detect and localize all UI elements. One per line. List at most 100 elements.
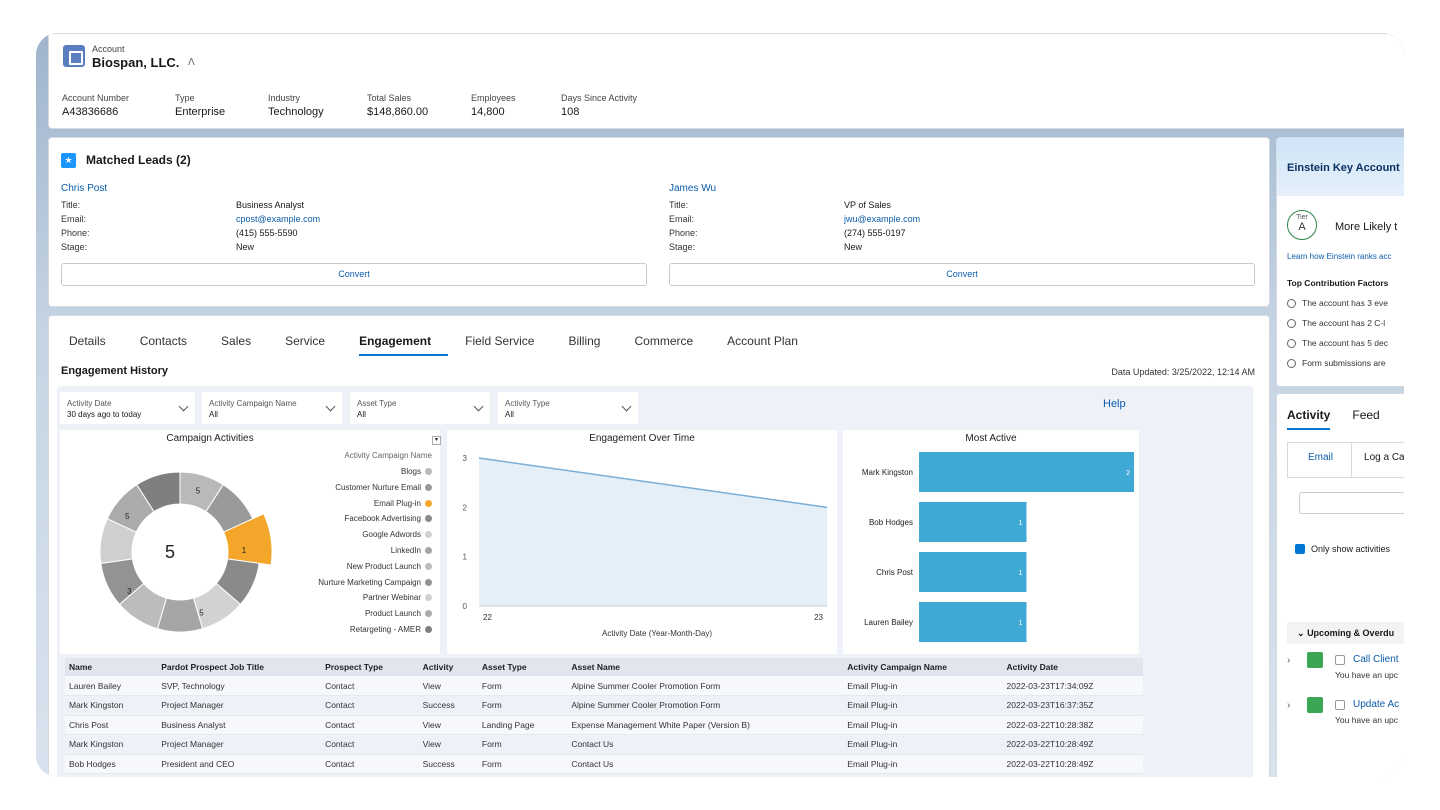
legend-item[interactable]: New Product Launch [347, 562, 432, 571]
engagement-over-time-panel: Engagement Over Time 3 2 1 0 22 23 Activity Da… [447, 430, 837, 654]
lead-stage: New [844, 242, 863, 252]
table-row[interactable]: Lauren Bailey SVP, Technology Contact View F… [65, 676, 1143, 696]
filter-icon [1295, 544, 1305, 554]
lead-name-link[interactable]: James Wu [669, 183, 1254, 194]
filter-activity-type[interactable]: Activity Type All [498, 392, 638, 424]
factor-item: The account has 5 dec [1287, 338, 1388, 348]
legend-item[interactable]: Facebook Advertising [344, 514, 432, 524]
chart-menu-icon[interactable]: ▾ [432, 436, 441, 445]
filter-activity-campaign-name[interactable]: Activity Campaign Name All [202, 392, 342, 424]
help-link[interactable]: Help [1103, 398, 1126, 410]
table-row[interactable]: Mark Kingston Project Manager Contact Succe… [65, 695, 1143, 716]
filter-value: All [357, 410, 366, 419]
task-checkbox[interactable] [1335, 700, 1345, 710]
chevron-down-icon [621, 401, 632, 412]
table-cell: Contact [321, 715, 419, 735]
legend-item[interactable]: Blogs [401, 467, 432, 476]
legend-item[interactable]: Customer Nurture Email [335, 483, 432, 492]
legend-label: Facebook Advertising [344, 514, 422, 524]
legend-label: Product Launch [364, 609, 421, 619]
tab-log-a-call[interactable]: Log a Ca [1352, 443, 1404, 477]
chevron-right-icon[interactable]: › [1287, 655, 1290, 666]
task-title-link[interactable]: Call Client [1353, 654, 1399, 665]
tab-email[interactable]: Email [1288, 443, 1353, 477]
chevron-right-icon[interactable]: › [1287, 700, 1290, 711]
tab-account-plan[interactable]: Account Plan [727, 334, 815, 356]
chevron-down-icon [325, 401, 336, 412]
tab-field-service[interactable]: Field Service [465, 334, 551, 356]
column-header[interactable]: Prospect Type [321, 658, 419, 676]
tab-activity[interactable]: Activity [1287, 408, 1331, 430]
column-header[interactable]: Name [65, 658, 158, 676]
legend-item[interactable]: Product Launch [365, 609, 432, 618]
tab-engagement[interactable]: Engagement [359, 334, 449, 356]
legend-dot [425, 515, 432, 523]
bar [919, 552, 1027, 592]
tab-feed[interactable]: Feed [1352, 408, 1379, 430]
factor-text: Form submissions are [1302, 358, 1386, 368]
factor-icon [1287, 339, 1296, 348]
task-title-link[interactable]: Update Ac [1353, 699, 1399, 710]
lead-email-link[interactable]: jwu@example.com [844, 214, 920, 224]
convert-button[interactable]: Convert [61, 263, 647, 286]
y-tick-label: 0 [463, 602, 468, 611]
tab-commerce[interactable]: Commerce [634, 334, 710, 356]
lead-name-link[interactable]: Chris Post [61, 183, 646, 194]
tab-sales[interactable]: Sales [221, 334, 268, 356]
task-checkbox[interactable] [1335, 655, 1345, 665]
bar [919, 502, 1027, 542]
field-value: 14,800 [471, 106, 505, 118]
legend-item[interactable]: Partner Webinar [363, 593, 432, 602]
only-show-text: Only show activities [1311, 544, 1391, 554]
filter-label: Activity Date [67, 399, 112, 408]
tier-label: Tier [1296, 214, 1308, 221]
column-header[interactable]: Activity Campaign Name [843, 658, 1003, 676]
field-label: Employees [471, 93, 516, 103]
column-header[interactable]: Asset Name [567, 658, 844, 676]
lead-phone: (274) 555-0197 [844, 228, 906, 238]
likelihood-text: More Likely t [1335, 221, 1398, 233]
slice-label: 3 [127, 587, 132, 596]
matched-leads-card: ★ Matched Leads (2) Chris Post Title: Bus… [48, 137, 1270, 307]
column-header[interactable]: Asset Type [477, 658, 568, 676]
lead-email-link[interactable]: cpost@example.com [236, 214, 320, 224]
legend-item[interactable]: LinkedIn [391, 546, 432, 555]
tab-contacts[interactable]: Contacts [140, 334, 204, 356]
tab-bar: Details Contacts Sales Service Engagemen… [69, 334, 832, 356]
lead-title-label: Title: [61, 200, 81, 210]
table-cell: Contact [321, 734, 419, 755]
table-cell: Expense Management White Paper (Version … [567, 715, 844, 735]
chevron-down-icon [178, 401, 189, 412]
column-header[interactable]: Pardot Prospect Job Title [157, 658, 322, 676]
data-updated-text: Data Updated: 3/25/2022, 12:14 AM [1111, 367, 1255, 377]
tab-billing[interactable]: Billing [568, 334, 617, 356]
campaign-activities-panel: Campaign Activities ▾ 5 1 5 3 5 5 Activity Ca… [60, 430, 441, 654]
bar-value-label: 1 [1019, 620, 1023, 627]
table-row[interactable]: Mark Kingston Project Manager Contact View F… [65, 734, 1143, 755]
hierarchy-icon[interactable]: Λ [188, 57, 195, 68]
column-header[interactable]: Activity Date [1002, 658, 1143, 676]
column-header[interactable]: Activity [418, 658, 478, 676]
legend-item[interactable]: Google Adwords [362, 530, 432, 539]
only-show-filter[interactable]: Only show activities [1295, 544, 1390, 554]
convert-button[interactable]: Convert [669, 263, 1255, 286]
field-industry: Industry Technology [268, 93, 324, 118]
legend-item[interactable]: Retargeting - AMER [350, 625, 432, 634]
filter-label: Activity Type [505, 399, 550, 408]
table-row[interactable]: Chris Post Business Analyst Contact View Lan… [65, 715, 1143, 735]
chart-title: Campaign Activities [166, 433, 254, 444]
table-cell: Lauren Bailey [65, 676, 158, 696]
legend-item[interactable]: Nurture Marketing Campaign [318, 578, 432, 587]
lead-title-label: Title: [669, 200, 689, 210]
table-row[interactable]: Bob Hodges President and CEO Contact Succes… [65, 754, 1143, 774]
activity-input[interactable] [1299, 492, 1404, 514]
legend-item[interactable]: Email Plug-in [374, 499, 432, 508]
filter-asset-type[interactable]: Asset Type All [350, 392, 490, 424]
learn-more-link[interactable]: Learn how Einstein ranks acc [1287, 252, 1392, 261]
bar-category-label: Mark Kingston [862, 468, 913, 477]
tab-service[interactable]: Service [285, 334, 342, 356]
tab-details[interactable]: Details [69, 334, 123, 356]
filter-activity-date[interactable]: Activity Date 30 days ago to today [60, 392, 195, 424]
legend-label: LinkedIn [390, 546, 421, 555]
upcoming-overdue-section[interactable]: ⌄ Upcoming & Overdu [1287, 622, 1404, 644]
